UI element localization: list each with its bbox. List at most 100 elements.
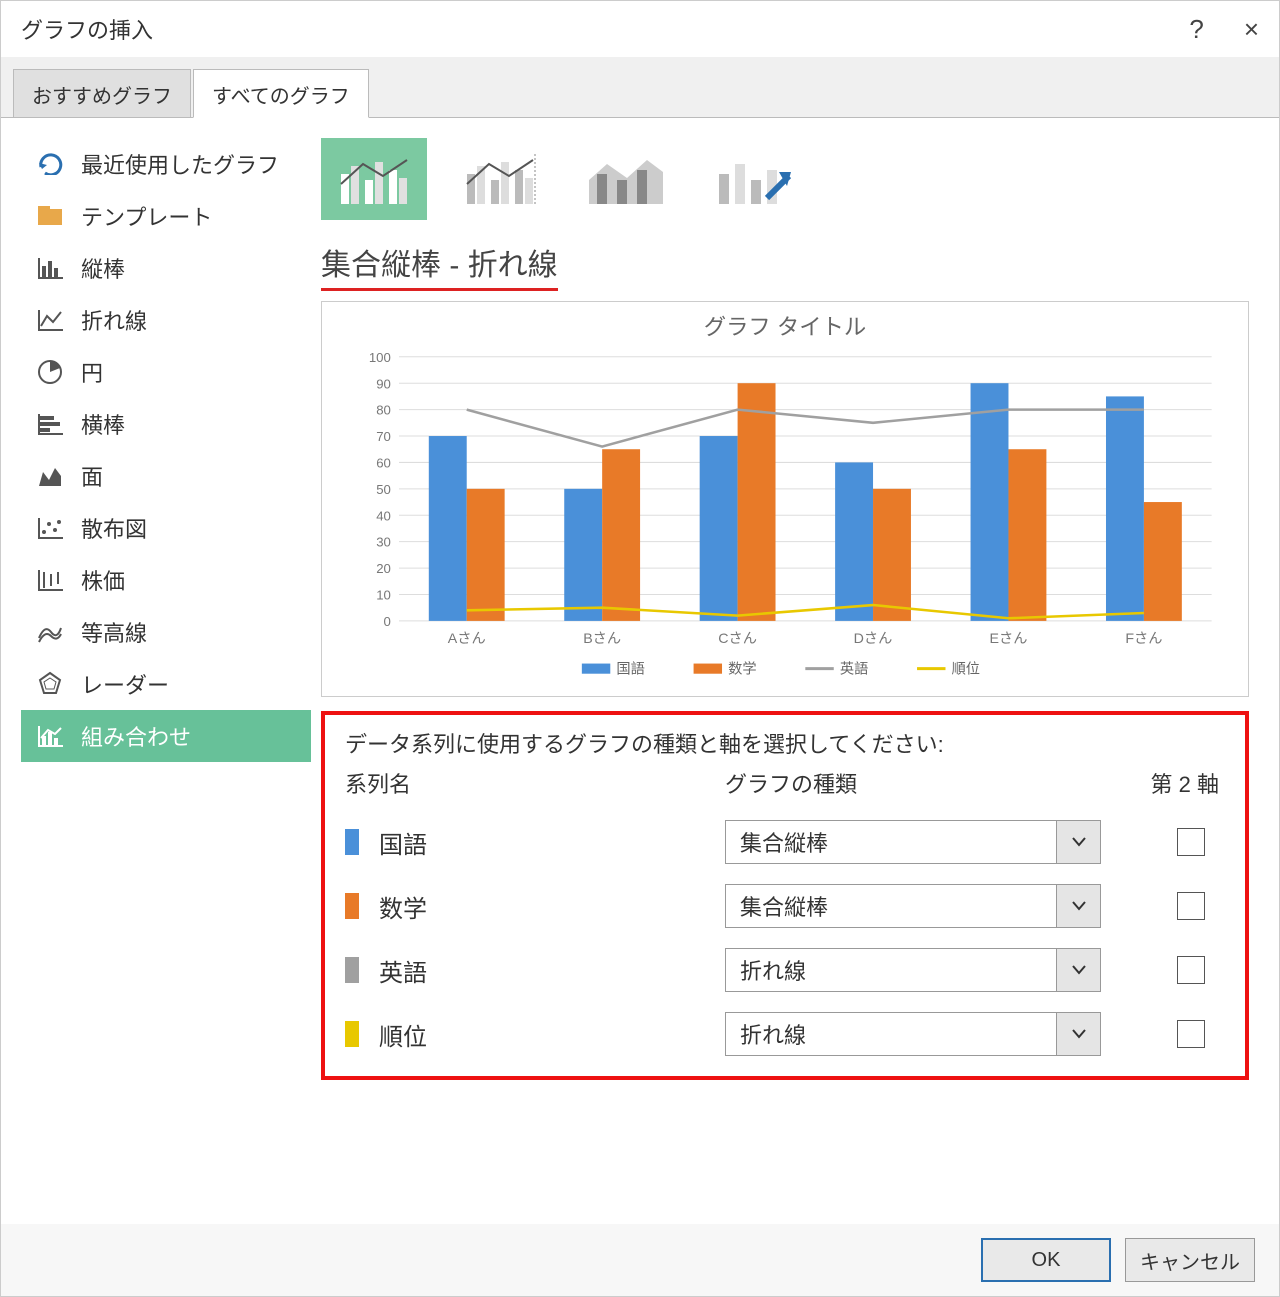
svg-text:50: 50: [376, 482, 391, 497]
sidebar-item-label: レーダー: [81, 668, 169, 700]
series-row: 国語集合縦棒: [345, 820, 1225, 864]
tab-strip: おすすめグラフ すべてのグラフ: [1, 57, 1279, 118]
series-row: 数学集合縦棒: [345, 884, 1225, 928]
chart-canvas: グラフ タイトル0102030405060708090100AさんBさんCさんD…: [326, 306, 1244, 692]
sidebar-item-area[interactable]: 面: [21, 450, 311, 502]
line-chart-icon: [35, 308, 65, 332]
subtype-clustered-column-line-secondary[interactable]: [447, 138, 553, 220]
sidebar-item-bar[interactable]: 横棒: [21, 398, 311, 450]
chart-type-select[interactable]: 集合縦棒: [725, 884, 1101, 928]
main-panel: 集合縦棒 - 折れ線 グラフ タイトル010203040506070809010…: [311, 118, 1279, 1224]
tab-recommended[interactable]: おすすめグラフ: [13, 69, 191, 117]
chart-type-value: 集合縦棒: [726, 826, 1056, 858]
recent-icon: [35, 153, 65, 175]
header-secondary-axis: 第 2 軸: [1095, 767, 1225, 799]
chart-type-select[interactable]: 折れ線: [725, 1012, 1101, 1056]
chart-type-value: 折れ線: [726, 954, 1056, 986]
combo-subtype-heading: 集合縦棒 - 折れ線: [321, 240, 558, 291]
subtype-clustered-column-line[interactable]: [321, 138, 427, 220]
ok-button[interactable]: OK: [981, 1238, 1111, 1282]
button-label: キャンセル: [1140, 1246, 1240, 1275]
chevron-down-icon: [1056, 885, 1100, 927]
svg-text:100: 100: [369, 350, 391, 365]
sidebar-item-combo[interactable]: 組み合わせ: [21, 710, 311, 762]
sidebar-item-scatter[interactable]: 散布図: [21, 502, 311, 554]
svg-text:Aさん: Aさん: [448, 630, 486, 647]
svg-text:90: 90: [376, 376, 391, 391]
sidebar-item-label: 組み合わせ: [81, 720, 191, 752]
sidebar-item-label: 面: [81, 460, 103, 492]
sidebar-item-label: 最近使用したグラフ: [81, 148, 279, 180]
series-color-swatch: [345, 1021, 359, 1047]
chart-category-sidebar: 最近使用したグラフ テンプレート 縦棒 折れ線: [1, 118, 311, 1224]
pie-chart-icon: [35, 359, 65, 385]
series-color-swatch: [345, 893, 359, 919]
svg-text:70: 70: [376, 429, 391, 444]
series-name: 英語: [379, 953, 725, 988]
svg-text:Cさん: Cさん: [718, 630, 757, 647]
close-icon[interactable]: ×: [1244, 14, 1259, 45]
series-row: 順位折れ線: [345, 1012, 1225, 1056]
sidebar-item-line[interactable]: 折れ線: [21, 294, 311, 346]
svg-text:80: 80: [376, 403, 391, 418]
help-icon[interactable]: ?: [1189, 14, 1203, 45]
sidebar-item-label: 株価: [81, 564, 125, 596]
combo-subtype-row: [321, 138, 1249, 220]
series-name: 国語: [379, 825, 725, 860]
chart-type-select[interactable]: 集合縦棒: [725, 820, 1101, 864]
svg-text:グラフ タイトル: グラフ タイトル: [704, 314, 867, 339]
chart-preview[interactable]: グラフ タイトル0102030405060708090100AさんBさんCさんD…: [321, 301, 1249, 697]
sidebar-item-label: 散布図: [81, 512, 147, 544]
series-color-swatch: [345, 957, 359, 983]
sidebar-item-pie[interactable]: 円: [21, 346, 311, 398]
secondary-axis-checkbox[interactable]: [1177, 1020, 1205, 1048]
surface-chart-icon: [35, 620, 65, 644]
button-label: OK: [1032, 1249, 1061, 1272]
sidebar-item-recent[interactable]: 最近使用したグラフ: [21, 138, 311, 190]
cancel-button[interactable]: キャンセル: [1125, 1238, 1255, 1282]
series-color-swatch: [345, 829, 359, 855]
chevron-down-icon: [1056, 1013, 1100, 1055]
stock-chart-icon: [35, 568, 65, 592]
column-chart-icon: [35, 256, 65, 280]
sidebar-item-templates[interactable]: テンプレート: [21, 190, 311, 242]
secondary-axis-checkbox[interactable]: [1177, 956, 1205, 984]
svg-text:60: 60: [376, 456, 391, 471]
sidebar-item-radar[interactable]: レーダー: [21, 658, 311, 710]
tab-label: すべてのグラフ: [212, 86, 350, 108]
sidebar-item-label: テンプレート: [81, 200, 212, 232]
sidebar-item-column[interactable]: 縦棒: [21, 242, 311, 294]
chart-type-value: 折れ線: [726, 1018, 1056, 1050]
series-header-row: 系列名 グラフの種類 第 2 軸: [345, 767, 1225, 800]
subtype-stacked-area-column[interactable]: [573, 138, 679, 220]
chart-type-value: 集合縦棒: [726, 890, 1056, 922]
bar-chart-icon: [35, 412, 65, 436]
series-name: 順位: [379, 1017, 725, 1052]
svg-text:0: 0: [384, 614, 391, 629]
sidebar-item-label: 折れ線: [81, 304, 147, 336]
tab-all-charts[interactable]: すべてのグラフ: [193, 69, 369, 118]
svg-text:30: 30: [376, 535, 391, 550]
header-series-name: 系列名: [345, 767, 725, 799]
header-chart-type: グラフの種類: [725, 767, 1095, 799]
chart-type-select[interactable]: 折れ線: [725, 948, 1101, 992]
sidebar-item-label: 縦棒: [81, 252, 125, 284]
subtype-custom-combination[interactable]: [699, 138, 805, 220]
window-controls: ? ×: [1189, 14, 1259, 45]
titlebar: グラフの挿入 ? ×: [1, 1, 1279, 57]
series-row: 英語折れ線: [345, 948, 1225, 992]
svg-text:順位: 順位: [952, 661, 980, 678]
sidebar-item-label: 横棒: [81, 408, 125, 440]
template-icon: [35, 205, 65, 227]
svg-text:Eさん: Eさん: [990, 630, 1028, 647]
secondary-axis-checkbox[interactable]: [1177, 828, 1205, 856]
dialog-title: グラフの挿入: [21, 13, 153, 45]
sidebar-item-surface[interactable]: 等高線: [21, 606, 311, 658]
svg-text:40: 40: [376, 508, 391, 523]
svg-text:Fさん: Fさん: [1125, 630, 1162, 647]
series-instruction: データ系列に使用するグラフの種類と軸を選択してください:: [345, 727, 1225, 759]
chevron-down-icon: [1056, 821, 1100, 863]
sidebar-item-stock[interactable]: 株価: [21, 554, 311, 606]
secondary-axis-checkbox[interactable]: [1177, 892, 1205, 920]
series-config-panel: データ系列に使用するグラフの種類と軸を選択してください: 系列名 グラフの種類 …: [321, 711, 1249, 1080]
